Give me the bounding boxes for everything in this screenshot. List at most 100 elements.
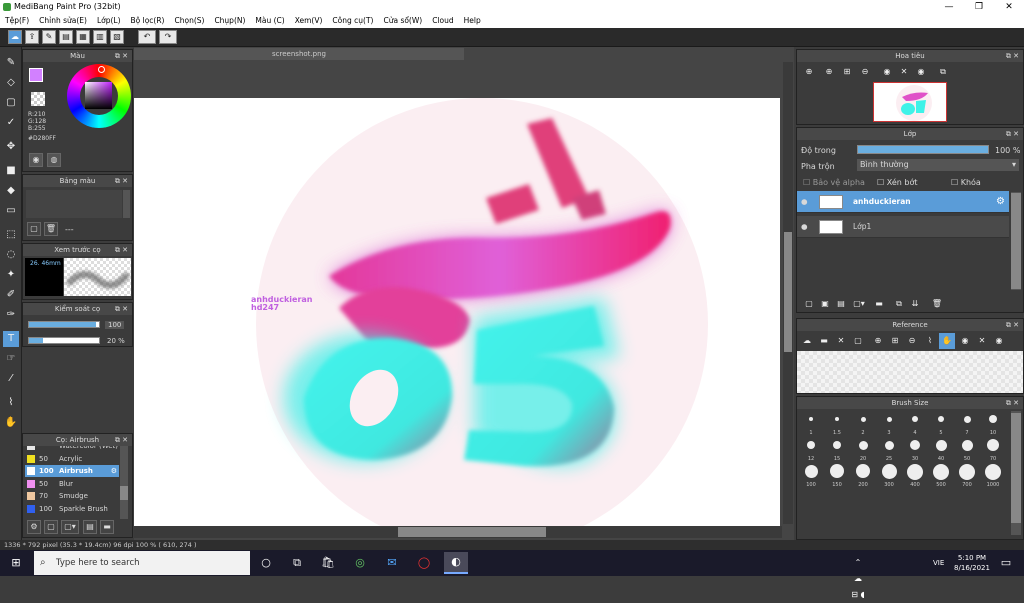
brush-list-item[interactable]: 50 Blur xyxy=(25,478,119,490)
layer-visibility-icon[interactable]: ● xyxy=(801,216,808,238)
close-button[interactable]: ✕ xyxy=(994,0,1024,14)
palette-scrollbar[interactable] xyxy=(123,190,130,218)
protect-alpha-checkbox[interactable]: ☐ Bảo vệ alpha xyxy=(803,178,865,187)
primary-color-swatch[interactable] xyxy=(29,68,43,82)
palette-list[interactable] xyxy=(26,190,122,218)
brush-tool-icon[interactable]: ✎ xyxy=(3,55,19,71)
brush-size-value[interactable]: 100 xyxy=(105,321,125,329)
select-eraser-icon[interactable]: ✑ xyxy=(3,307,19,323)
undo-button[interactable]: ↶ xyxy=(138,30,156,44)
brush-size-cell[interactable]: 1 xyxy=(799,411,823,436)
language-indicator[interactable]: VIE xyxy=(933,559,944,567)
export-icon[interactable]: ▧ xyxy=(110,30,124,44)
brush-size-cell[interactable]: 1.5 xyxy=(825,411,849,436)
canvas-vertical-scrollbar[interactable] xyxy=(783,62,793,524)
mail-icon[interactable]: ✉ xyxy=(384,555,400,571)
brush-size-cell[interactable]: 70 xyxy=(981,437,1005,462)
delete-palette-icon[interactable]: 🗑 xyxy=(44,222,58,236)
zoom-out-icon[interactable]: ⊖ xyxy=(857,64,873,80)
transparent-swatch[interactable] xyxy=(31,92,45,106)
eraser-tool-icon[interactable]: ◇ xyxy=(3,75,19,91)
canvas[interactable]: anhduckieran hd247 xyxy=(134,98,780,526)
cloud-icon[interactable]: ☁ xyxy=(8,30,22,44)
system-tray-icons[interactable]: ⌃ ☁ ⊟ ◖ xyxy=(850,555,866,599)
bucket-tool-icon[interactable]: ◆ xyxy=(3,183,19,199)
layer-scrollbar[interactable] xyxy=(1011,192,1021,290)
color-wheel[interactable] xyxy=(67,64,131,128)
fill-rect-icon[interactable]: ■ xyxy=(3,163,19,179)
reference-cloud-icon[interactable]: ☁ xyxy=(799,333,815,349)
brush-size-cell[interactable]: 100 xyxy=(799,463,823,488)
brush-size-cell[interactable]: 40 xyxy=(929,437,953,462)
text-tool-icon[interactable]: T xyxy=(3,331,19,347)
reference-rotate-left-icon[interactable]: ◉ xyxy=(957,333,973,349)
reference-canvas[interactable] xyxy=(797,351,1023,393)
zoom-fit-icon[interactable]: ⊕ xyxy=(801,64,817,80)
notification-icon[interactable]: ▭ xyxy=(998,555,1014,571)
lasso-tool-icon[interactable]: ◌ xyxy=(3,247,19,263)
page-settings-icon[interactable]: ▥ xyxy=(93,30,107,44)
page-icon[interactable]: ▦ xyxy=(76,30,90,44)
brush-size-cell[interactable]: 4 xyxy=(903,411,927,436)
color-wheel-mode-icon[interactable]: ◉ xyxy=(29,153,43,167)
store-icon[interactable]: 🛍 xyxy=(320,555,336,571)
brush-list-item[interactable]: 100 Airbrush ⚙ xyxy=(25,465,119,477)
brush-size-cell[interactable]: 25 xyxy=(877,437,901,462)
menu-select[interactable]: Chọn(S) xyxy=(169,14,209,25)
brush-list-scrollbar[interactable] xyxy=(120,446,128,519)
navigator-thumbnail[interactable] xyxy=(873,82,947,122)
menu-tools[interactable]: Công cụ(T) xyxy=(327,14,378,25)
minimize-button[interactable]: — xyxy=(934,0,964,14)
clock[interactable]: 5:10 PM 8/16/2021 xyxy=(952,552,992,574)
brush-opacity-slider[interactable] xyxy=(28,337,100,344)
brush-size-cell[interactable]: 300 xyxy=(877,463,901,488)
new-8bit-layer-icon[interactable]: ▣ xyxy=(817,296,833,312)
brush-size-cell[interactable]: 5 xyxy=(929,411,953,436)
menu-view[interactable]: Xem(V) xyxy=(290,14,328,25)
new-brush-icon[interactable]: ▢ xyxy=(44,520,58,534)
select-pen-icon[interactable]: ✐ xyxy=(3,287,19,303)
add-brush-icon[interactable]: ▢▾ xyxy=(61,520,79,534)
pen-tool-icon[interactable]: ✓ xyxy=(3,115,19,131)
layer-row[interactable]: ● anhduckieran ⚙ xyxy=(797,191,1009,213)
brush-opacity-value[interactable]: 20 % xyxy=(107,337,125,345)
menu-file[interactable]: Tệp(F) xyxy=(0,14,34,25)
upload-icon[interactable]: ⇪ xyxy=(25,30,39,44)
select-rect-icon[interactable]: ⬚ xyxy=(3,227,19,243)
menu-filter[interactable]: Bộ lọc(R) xyxy=(126,14,170,25)
fit-window-icon[interactable]: ⊞ xyxy=(839,64,855,80)
move-tool-icon[interactable]: ✥ xyxy=(3,139,19,155)
brush-list-item[interactable]: 70 Smudge xyxy=(25,490,119,502)
layer-folder-icon[interactable]: ▬ xyxy=(871,296,887,312)
divide-tool-icon[interactable]: ⁄ xyxy=(3,371,19,387)
comment-icon[interactable]: ✎ xyxy=(42,30,56,44)
brush-size-cell[interactable]: 7 xyxy=(955,411,979,436)
menu-snap[interactable]: Chụp(N) xyxy=(209,14,250,25)
opera-icon[interactable]: ◯ xyxy=(416,555,432,571)
brush-size-cell[interactable]: 400 xyxy=(903,463,927,488)
rotate-right-icon[interactable]: ◉ xyxy=(913,64,929,80)
layer-opacity-slider[interactable] xyxy=(857,145,989,154)
task-view-icon[interactable]: ⧉ xyxy=(289,555,305,571)
document-icon[interactable]: ▤ xyxy=(59,30,73,44)
gradient-tool-icon[interactable]: ▭ xyxy=(3,203,19,219)
merge-layer-icon[interactable]: ⇊ xyxy=(907,296,923,312)
brush-size-cell[interactable]: 20 xyxy=(851,437,875,462)
brush-size-cell[interactable]: 200 xyxy=(851,463,875,488)
fullscreen-icon[interactable]: ✕ xyxy=(896,64,912,80)
delete-layer-icon[interactable]: 🗑 xyxy=(929,296,945,312)
reference-close-icon[interactable]: ✕ xyxy=(833,333,849,349)
brush-size-cell[interactable]: 12 xyxy=(799,437,823,462)
canvas-horizontal-scrollbar[interactable] xyxy=(134,526,782,538)
add-layer-menu-icon[interactable]: ▢▾ xyxy=(851,296,867,312)
taskbar-search[interactable]: ⌕ Type here to search xyxy=(34,551,250,575)
layer-visibility-icon[interactable]: ● xyxy=(801,191,808,213)
brush-size-slider[interactable] xyxy=(28,321,100,328)
reference-zoom-in-icon[interactable]: ⊕ xyxy=(870,333,886,349)
windows-start-icon[interactable]: ⊞ xyxy=(8,555,24,571)
blend-mode-select[interactable]: Bình thường ▾ xyxy=(857,159,1019,171)
duplicate-layer-icon[interactable]: ⧉ xyxy=(891,296,907,312)
eyedropper-tool-icon[interactable]: ⌇ xyxy=(3,395,19,411)
brush-size-scrollbar[interactable] xyxy=(1011,411,1021,535)
menu-layer[interactable]: Lớp(L) xyxy=(92,14,126,25)
